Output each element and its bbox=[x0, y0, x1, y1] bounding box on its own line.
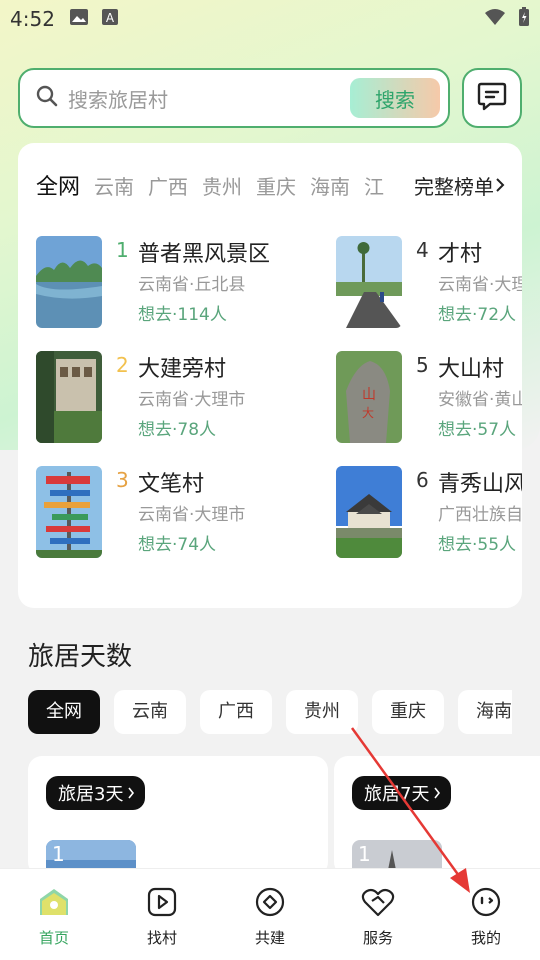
day-tab-guizhou[interactable]: 贵州 bbox=[286, 690, 358, 734]
nav-label: 我的 bbox=[470, 929, 501, 947]
stay-days-badge[interactable]: 旅居7天 bbox=[352, 776, 452, 810]
chevron-right-icon bbox=[127, 783, 135, 804]
village-name: 大建旁村 bbox=[138, 357, 227, 382]
rank-item[interactable]: 3 文笔村 云南省·大理市 想去·74人 bbox=[36, 466, 336, 560]
village-thumbnail bbox=[36, 351, 102, 443]
a-icon: A bbox=[101, 7, 119, 31]
chevron-right-icon bbox=[494, 174, 506, 198]
rank-item[interactable]: 2 大建旁村 云南省·大理市 想去·78人 bbox=[36, 351, 336, 445]
rank-number: 3 bbox=[116, 468, 129, 492]
nav-label: 共建 bbox=[254, 929, 285, 947]
want-count: 想去·74人 bbox=[138, 535, 217, 555]
day-tab-guangxi[interactable]: 广西 bbox=[200, 690, 272, 734]
village-name: 普者黑风景区 bbox=[138, 242, 271, 267]
nav-find-village[interactable]: 找村 bbox=[108, 869, 216, 960]
want-count: 想去·72人 bbox=[438, 305, 517, 325]
status-bar: 4:52 A bbox=[0, 0, 540, 38]
day-tab-yunnan[interactable]: 云南 bbox=[114, 690, 186, 734]
nav-home[interactable]: 首页 bbox=[0, 869, 108, 960]
svg-text:山: 山 bbox=[362, 387, 376, 403]
section-title-stay-days: 旅居天数 bbox=[28, 642, 133, 672]
search-box[interactable]: 搜索旅居村 搜索 bbox=[18, 68, 450, 128]
region-tab-guangxi[interactable]: 广西 bbox=[148, 171, 188, 200]
nav-mine[interactable]: 我的 bbox=[432, 869, 540, 960]
home-icon bbox=[38, 887, 70, 921]
region-tab-hainan[interactable]: 海南 bbox=[310, 171, 350, 200]
chevron-right-icon bbox=[433, 783, 441, 804]
search-icon bbox=[36, 85, 58, 111]
message-icon bbox=[476, 81, 508, 115]
nav-label: 找村 bbox=[146, 929, 177, 947]
rank-number: 1 bbox=[52, 842, 65, 866]
region-tab-all[interactable]: 全网 bbox=[36, 169, 80, 201]
stay-days-label: 旅居7天 bbox=[364, 784, 430, 805]
rank-number: 1 bbox=[116, 238, 129, 262]
rank-item[interactable]: 1 普者黑风景区 云南省·丘北县 想去·114人 bbox=[36, 236, 336, 330]
rank-number: 6 bbox=[416, 468, 429, 492]
village-location: 云南省·大理市 bbox=[438, 275, 522, 295]
svg-text:A: A bbox=[106, 11, 115, 25]
heart-handshake-icon bbox=[361, 887, 395, 921]
region-tab-jiangxi[interactable]: 江 bbox=[364, 171, 384, 200]
village-thumbnail: 山大 bbox=[336, 351, 402, 443]
image-icon bbox=[69, 7, 89, 31]
full-list-label: 完整榜单 bbox=[414, 175, 494, 199]
nav-label: 服务 bbox=[362, 929, 393, 947]
diamond-circle-icon bbox=[254, 887, 286, 921]
svg-text:大: 大 bbox=[362, 406, 374, 420]
full-list-link[interactable]: 完整榜单 bbox=[408, 171, 506, 200]
village-location: 云南省·大理市 bbox=[138, 505, 246, 525]
search-input[interactable]: 搜索旅居村 bbox=[68, 84, 168, 113]
region-tab-chongqing[interactable]: 重庆 bbox=[256, 171, 296, 200]
village-thumbnail bbox=[336, 466, 402, 558]
village-location: 云南省·大理市 bbox=[138, 390, 246, 410]
village-name: 青秀山风景区 bbox=[438, 472, 522, 497]
search-button[interactable]: 搜索 bbox=[350, 78, 440, 118]
nav-service[interactable]: 服务 bbox=[324, 869, 432, 960]
want-count: 想去·55人 bbox=[438, 535, 517, 555]
day-tab-chongqing[interactable]: 重庆 bbox=[372, 690, 444, 734]
village-name: 才村 bbox=[438, 242, 483, 267]
day-tab-hainan[interactable]: 海南 bbox=[458, 690, 512, 734]
message-button[interactable] bbox=[462, 68, 522, 128]
nav-label: 首页 bbox=[38, 929, 69, 947]
rank-item[interactable]: 山大 5 大山村 安徽省·黄山市 想去·57人 bbox=[336, 351, 522, 445]
stay-days-label: 旅居3天 bbox=[58, 784, 124, 805]
stay-days-badge[interactable]: 旅居3天 bbox=[46, 776, 146, 810]
play-square-icon bbox=[146, 887, 178, 921]
want-count: 想去·114人 bbox=[138, 305, 227, 325]
village-location: 安徽省·黄山市 bbox=[438, 390, 522, 410]
stay-days-card[interactable]: 旅居7天 1 bbox=[334, 756, 540, 876]
rank-number: 4 bbox=[416, 238, 429, 262]
ranking-card: 全网 云南 广西 贵州 重庆 海南 江 完整榜单 1 普者黑风景区 云南省·丘北… bbox=[18, 143, 522, 608]
region-tab-guizhou[interactable]: 贵州 bbox=[202, 171, 242, 200]
village-thumbnail bbox=[36, 236, 102, 328]
village-name: 文笔村 bbox=[138, 472, 205, 497]
stay-days-card[interactable]: 旅居3天 1 bbox=[28, 756, 328, 876]
face-icon bbox=[470, 887, 502, 921]
region-tabs: 全网 云南 广西 贵州 重庆 海南 江 bbox=[36, 169, 406, 201]
want-count: 想去·78人 bbox=[138, 420, 217, 440]
wifi-icon bbox=[484, 7, 506, 31]
village-thumbnail bbox=[36, 466, 102, 558]
rank-item[interactable]: 6 青秀山风景区 广西壮族自治区 想去·55人 bbox=[336, 466, 522, 560]
nav-co-build[interactable]: 共建 bbox=[216, 869, 324, 960]
day-tabs: 全网 云南 广西 贵州 重庆 海南 bbox=[28, 690, 512, 736]
day-tab-all[interactable]: 全网 bbox=[28, 690, 100, 734]
battery-icon bbox=[518, 6, 530, 32]
rank-number: 2 bbox=[116, 353, 129, 377]
rank-number: 1 bbox=[358, 842, 371, 866]
village-name: 大山村 bbox=[438, 357, 505, 382]
status-time: 4:52 bbox=[10, 7, 55, 31]
want-count: 想去·57人 bbox=[438, 420, 517, 440]
region-tab-yunnan[interactable]: 云南 bbox=[94, 171, 134, 200]
village-thumbnail bbox=[336, 236, 402, 328]
village-location: 云南省·丘北县 bbox=[138, 275, 246, 295]
village-location: 广西壮族自治区 bbox=[438, 505, 522, 525]
rank-number: 5 bbox=[416, 353, 429, 377]
rank-item[interactable]: 4 才村 云南省·大理市 想去·72人 bbox=[336, 236, 522, 330]
bottom-navigation: 首页 找村 共建 服务 我的 bbox=[0, 868, 540, 960]
